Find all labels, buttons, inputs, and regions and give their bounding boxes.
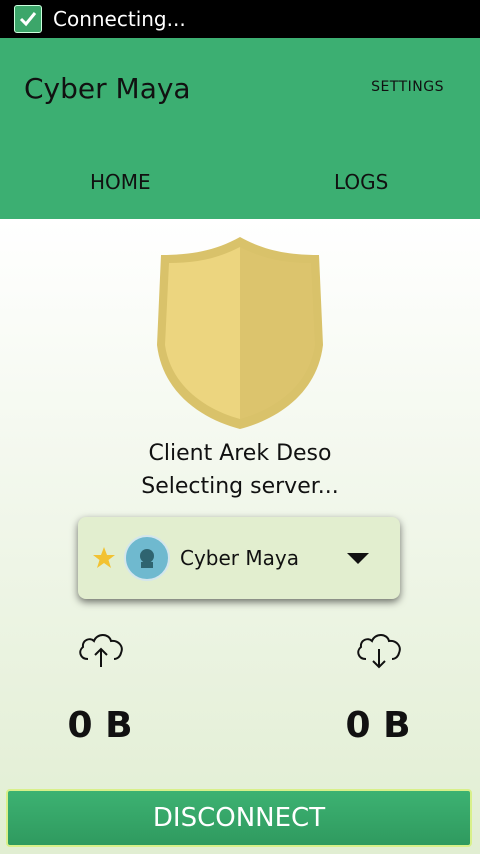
main-content: Client Arek Deso Selecting server... Cyb… — [0, 219, 480, 854]
check-icon — [14, 5, 42, 33]
cloud-upload-icon — [79, 634, 123, 667]
settings-button[interactable]: SETTINGS — [371, 79, 444, 95]
shield-icon — [157, 237, 323, 429]
server-name: Cyber Maya — [180, 546, 299, 570]
tab-home[interactable]: HOME — [90, 170, 151, 194]
server-selector[interactable]: Cyber Maya — [78, 517, 400, 599]
upload-count: 0 B — [67, 705, 133, 746]
app-title: Cyber Maya — [24, 72, 191, 105]
status-bar: Connecting... — [0, 0, 480, 38]
chevron-down-icon[interactable] — [347, 553, 369, 564]
server-logo-icon — [124, 535, 170, 581]
download-count: 0 B — [345, 705, 411, 746]
cloud-download-icon — [357, 634, 401, 669]
status-text: Connecting... — [53, 7, 186, 31]
tab-logs[interactable]: LOGS — [334, 170, 388, 194]
star-icon — [93, 547, 115, 568]
disconnect-button[interactable]: DISCONNECT — [6, 789, 472, 847]
app-bar: Cyber Maya SETTINGS HOME LOGS — [0, 38, 480, 219]
connection-status: Selecting server... — [141, 474, 339, 499]
client-name: Client Arek Deso — [148, 441, 332, 466]
